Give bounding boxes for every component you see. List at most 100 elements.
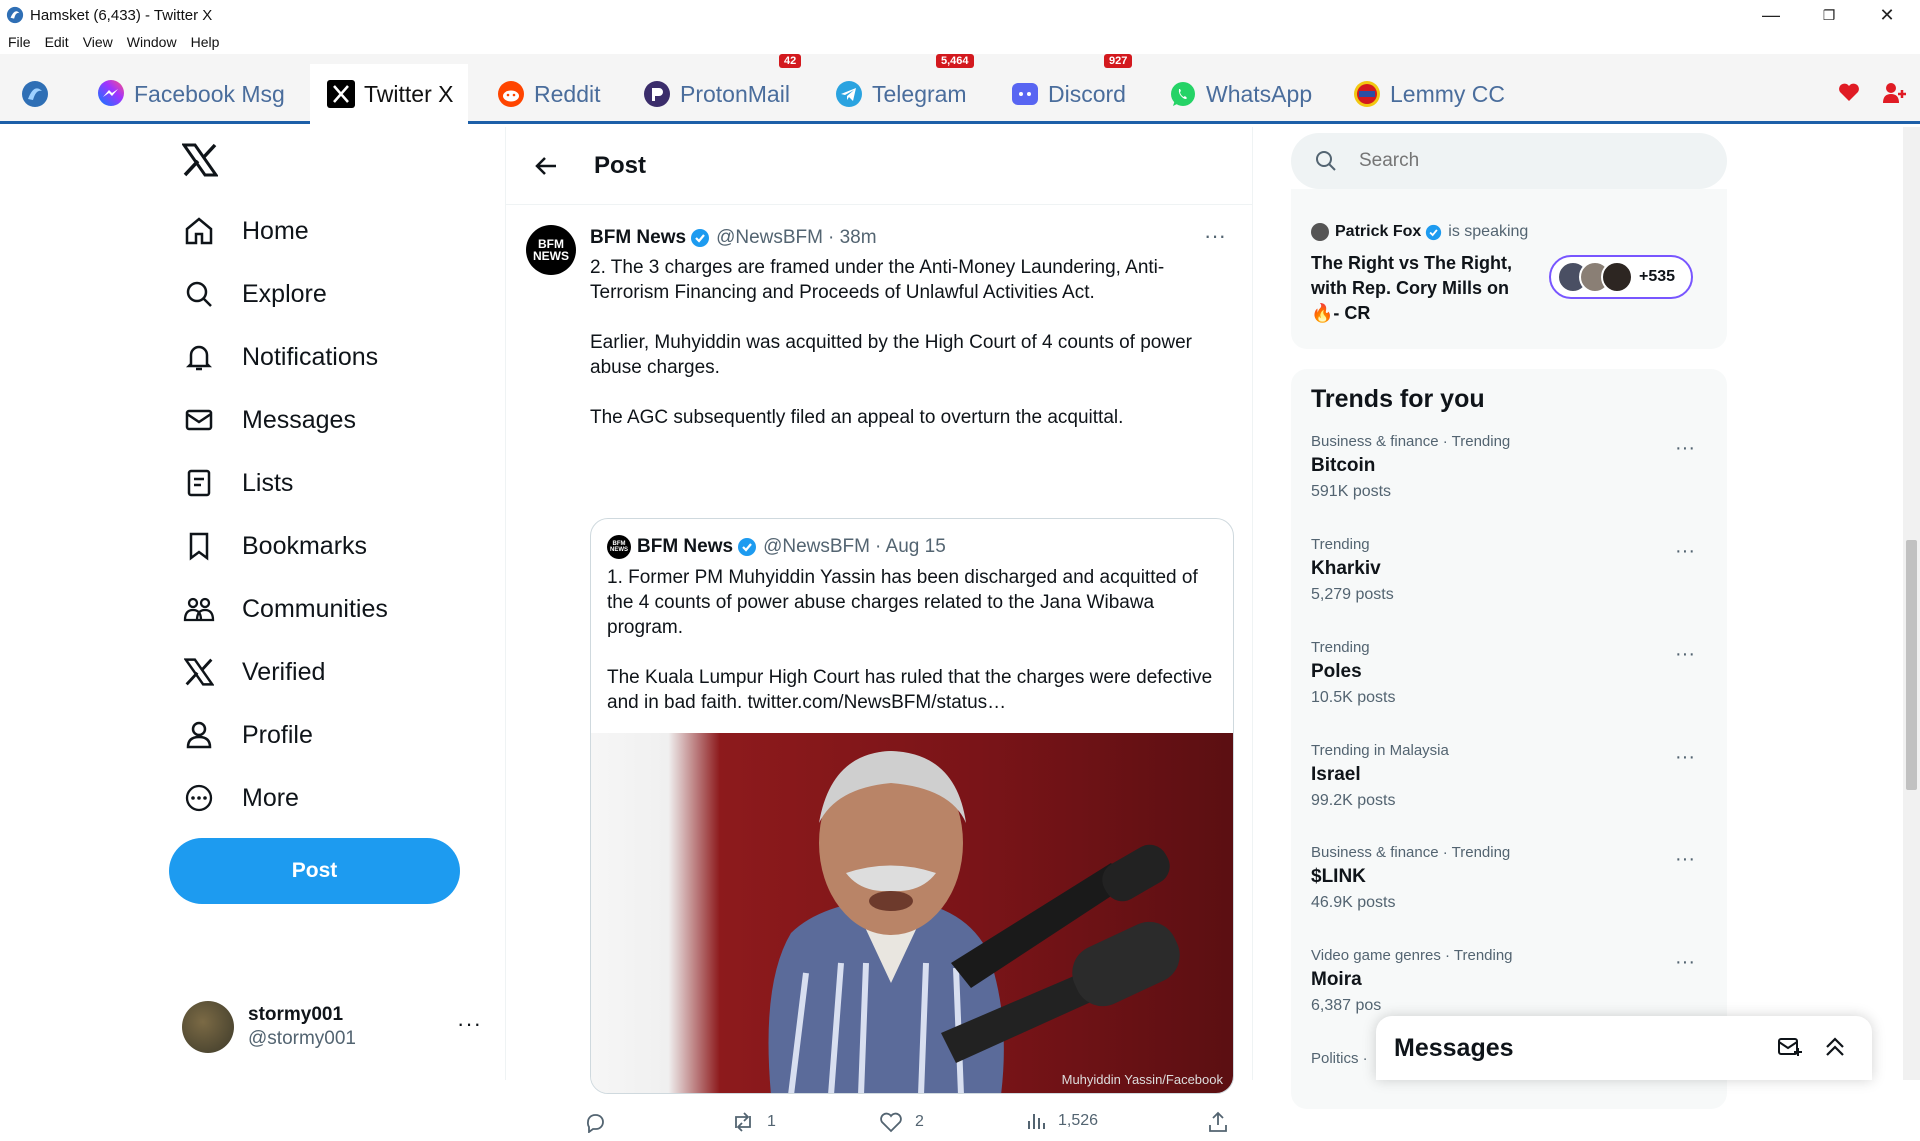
search-input[interactable] (1359, 150, 1659, 172)
nav-lists[interactable]: Lists (182, 458, 293, 508)
quoted-tweet[interactable]: BFM NEWS BFM News @NewsBFM · Aug 15 1. F… (590, 518, 1234, 1094)
trend-item[interactable]: Trending Kharkiv 5,279 posts ··· (1311, 536, 1711, 626)
menu-window[interactable]: Window (127, 34, 177, 50)
verified-badge-icon (1426, 224, 1442, 240)
trend-more-icon[interactable]: ··· (1675, 540, 1695, 563)
tab-label: Lemmy CC (1390, 80, 1506, 107)
menu-help[interactable]: Help (191, 34, 220, 50)
tab-protonmail[interactable]: ProtonMail 42 (642, 54, 802, 124)
trend-item[interactable]: Business & finance · Trending $LINK 46.9… (1311, 844, 1711, 934)
trend-more-icon[interactable]: ··· (1675, 437, 1695, 460)
tweet-time[interactable]: · 38m (828, 227, 877, 249)
menu-edit[interactable]: Edit (45, 34, 69, 50)
author-handle[interactable]: @NewsBFM (716, 227, 823, 249)
like-button[interactable]: 2 (879, 1111, 924, 1133)
trend-count: 10.5K posts (1311, 689, 1396, 706)
main-column: Post BFM NEWS BFM News @NewsBFM · 38m ··… (505, 127, 1254, 1133)
trend-name: Moira (1311, 969, 1362, 990)
x-logo-icon (182, 655, 216, 689)
close-button[interactable]: ✕ (1858, 0, 1916, 30)
tab-label: Discord (1048, 80, 1126, 107)
nav-verified[interactable]: Verified (182, 647, 325, 697)
trend-item[interactable]: Trending Poles 10.5K posts ··· (1311, 639, 1711, 729)
new-message-button[interactable] (1778, 1036, 1802, 1058)
messages-drawer[interactable]: Messages (1376, 1016, 1872, 1080)
nav-label: Explore (242, 279, 327, 308)
quoted-author-avatar: BFM NEWS (607, 535, 631, 559)
page-title: Post (594, 151, 647, 179)
nav-home[interactable]: Home (182, 206, 309, 256)
account-switcher[interactable]: stormy001 @stormy001 ··· (182, 997, 482, 1057)
post-button[interactable]: Post (169, 838, 460, 904)
tab-facebook-msg[interactable]: Facebook Msg (96, 64, 296, 124)
nav-notifications[interactable]: Notifications (182, 332, 378, 382)
quoted-tweet-photo[interactable]: Muhyiddin Yassin/Facebook (591, 733, 1233, 1093)
trend-more-icon[interactable]: ··· (1675, 951, 1695, 974)
trend-more-icon[interactable]: ··· (1675, 643, 1695, 666)
nav-label: Lists (242, 468, 294, 497)
donate-heart-button[interactable] (1838, 82, 1860, 102)
trend-more-icon[interactable]: ··· (1675, 746, 1695, 769)
menu-file[interactable]: File (8, 34, 31, 50)
nav-label: Messages (242, 405, 356, 434)
hamsket-home-tab[interactable] (20, 64, 60, 124)
space-listeners[interactable]: +535 (1549, 255, 1693, 299)
nav-more[interactable]: More (182, 773, 299, 823)
reply-button[interactable] (584, 1111, 618, 1133)
quoted-author-handle: @NewsBFM (763, 536, 870, 557)
menu-view[interactable]: View (83, 34, 113, 50)
trend-more-icon[interactable]: ··· (1675, 848, 1695, 871)
search-box[interactable] (1291, 133, 1727, 189)
trends-panel: Trends for you Business & finance · Tren… (1291, 369, 1727, 1109)
nav-communities[interactable]: Communities (182, 584, 388, 634)
quoted-paragraph: The Kuala Lumpur High Court has ruled th… (607, 667, 1213, 713)
bfm-news-avatar[interactable]: BFM NEWS (526, 225, 576, 275)
restore-button[interactable]: ❐ (1800, 0, 1858, 30)
tweet-paragraph: Earlier, Muhyiddin was acquitted by the … (590, 332, 1192, 378)
live-space-card[interactable]: Patrick Fox is speaking The Right vs The… (1291, 189, 1727, 349)
x-home-logo[interactable] (182, 143, 218, 177)
expand-drawer-button[interactable] (1824, 1036, 1846, 1058)
author-name[interactable]: BFM News (590, 227, 686, 249)
retweet-button[interactable]: 1 (731, 1111, 776, 1133)
home-icon (182, 214, 216, 248)
more-circle-icon (182, 781, 216, 815)
nav-messages[interactable]: Messages (182, 395, 356, 445)
tab-label: Facebook Msg (134, 80, 285, 107)
views-button[interactable]: 1,526 (1026, 1111, 1098, 1131)
nav-label: Bookmarks (242, 531, 368, 560)
nav-label: More (242, 783, 299, 812)
nav-bookmarks[interactable]: Bookmarks (182, 521, 367, 571)
account-more-icon[interactable]: ··· (457, 1011, 482, 1037)
trend-item[interactable]: Trending in Malaysia Israel 99.2K posts … (1311, 742, 1711, 832)
page-scrollbar[interactable] (1903, 127, 1920, 1080)
tab-reddit[interactable]: Reddit (496, 64, 616, 124)
tab-lemmy-cc[interactable]: Lemmy CC (1352, 64, 1512, 124)
tab-whatsapp[interactable]: WhatsApp (1168, 64, 1318, 124)
unread-badge: 42 (779, 54, 802, 68)
messages-drawer-title: Messages (1394, 1033, 1514, 1062)
back-button[interactable] (526, 146, 566, 186)
views-count: 1,526 (1058, 1112, 1099, 1129)
nav-profile[interactable]: Profile (182, 710, 313, 760)
tab-discord[interactable]: Discord 927 (1010, 54, 1140, 124)
nav-explore[interactable]: Explore (182, 269, 327, 319)
trend-item[interactable]: Business & finance · Trending Bitcoin 59… (1311, 433, 1711, 523)
communities-icon (182, 592, 216, 626)
scrollbar-thumb[interactable] (1906, 540, 1917, 790)
share-button[interactable] (1208, 1111, 1240, 1133)
tweet-actions: 1 2 1,526 (586, 1111, 1230, 1141)
tab-twitter-x[interactable]: Twitter X (310, 64, 468, 124)
space-title: The Right vs The Right, with Rep. Cory M… (1311, 253, 1512, 323)
trend-count: 46.9K posts (1311, 894, 1396, 911)
tweet-more-icon[interactable]: ··· (1204, 223, 1226, 249)
search-icon (182, 277, 216, 311)
trend-count: 99.2K posts (1311, 792, 1396, 809)
minimize-button[interactable]: — (1742, 0, 1800, 30)
heart-icon (1839, 83, 1859, 101)
trend-meta: Trending in Malaysia (1311, 742, 1449, 759)
tab-telegram[interactable]: Telegram 5,464 (834, 54, 984, 124)
trends-title: Trends for you (1311, 385, 1485, 413)
add-account-button[interactable] (1882, 82, 1906, 104)
post-header: Post (506, 127, 1254, 205)
